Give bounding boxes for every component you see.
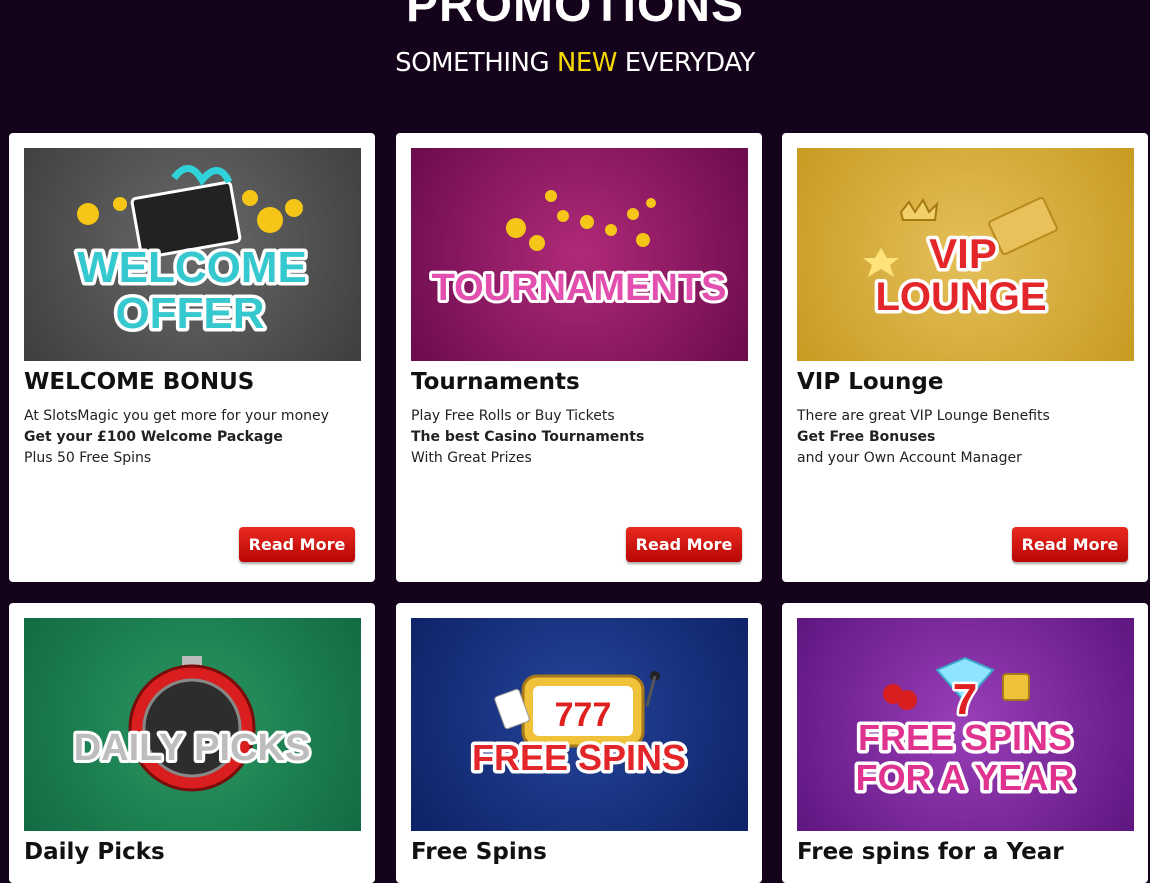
promo-line-2: Get Free Bonuses [797,429,936,445]
read-more-button[interactable]: Read More [239,527,355,562]
free-spins-year-graphic: 7 FREE SPINS FOR A YEAR [852,656,1078,802]
promo-title: Tournaments [411,369,580,395]
promo-line-3: With Great Prizes [411,450,532,466]
subtitle-text-before: SOMETHING [395,48,557,78]
promo-card-welcome: WELCOME OFFER WELCOME BONUS At SlotsMagi… [9,133,375,582]
promo-line-2: The best Casino Tournaments [411,429,645,445]
vip-image-text-1: VIP [929,230,997,277]
tournaments-graphic: TOURNAMENTS [429,190,729,312]
vip-image-text-2: LOUNGE [875,275,1046,319]
promo-title: VIP Lounge [797,369,944,395]
promo-title: Daily Picks [24,839,165,865]
tournaments-image-text: TOURNAMENTS [432,267,727,309]
vip-lounge-image[interactable]: VIP LOUNGE [797,148,1134,361]
free-spins-year-image-text-2: FOR A YEAR [856,757,1075,798]
tournaments-image[interactable]: TOURNAMENTS [411,148,748,361]
promo-card-vip: VIP LOUNGE VIP Lounge There are great VI… [782,133,1148,582]
slot-reels-text: 777 [555,696,612,734]
promo-card-free-spins-year: 7 FREE SPINS FOR A YEAR Free spins for a… [782,603,1148,883]
promo-card-tournaments: TOURNAMENTS Tournaments Play Free Rolls … [396,133,762,582]
promo-title: WELCOME BONUS [24,369,255,395]
page-subtitle: SOMETHING NEW EVERYDAY [0,48,1150,78]
promo-line-2: Get your £100 Welcome Package [24,429,283,445]
welcome-image-text-1: WELCOME [77,243,307,292]
read-more-button[interactable]: Read More [1012,527,1128,562]
promo-line-3: and your Own Account Manager [797,450,1022,466]
read-more-button[interactable]: Read More [626,527,742,562]
free-spins-year-image[interactable]: 7 FREE SPINS FOR A YEAR [797,618,1134,831]
welcome-image-text-2: OFFER [115,289,264,338]
welcome-offer-image[interactable]: WELCOME OFFER [24,148,361,361]
daily-picks-image[interactable]: DAILY PICKS [24,618,361,831]
promo-line-1: Play Free Rolls or Buy Tickets [411,408,615,424]
promo-line-1: At SlotsMagic you get more for your mone… [24,408,329,424]
free-spins-graphic: 777 FREE SPINS [468,671,690,782]
promo-card-daily-picks: DAILY PICKS Daily Picks [9,603,375,883]
subtitle-highlight: NEW [556,48,618,78]
promo-line-3: Plus 50 Free Spins [24,450,152,466]
subtitle-text-after: EVERYDAY [616,48,756,78]
page-title: PROMOTIONS [405,0,744,32]
free-spins-image[interactable]: 777 FREE SPINS [411,618,748,831]
free-spins-image-text: FREE SPINS [472,737,686,778]
promo-card-free-spins: 777 FREE SPINS Free Spins [396,603,762,883]
promo-title: Free spins for a Year [797,839,1064,865]
promo-title: Free Spins [411,839,547,865]
welcome-offer-graphic: WELCOME OFFER [74,165,310,342]
vip-lounge-graphic: VIP LOUNGE [863,196,1058,323]
free-spins-year-image-text-1: FREE SPINS [858,717,1072,758]
daily-picks-image-text: DAILY PICKS [74,727,311,769]
daily-picks-graphic: DAILY PICKS [71,656,313,792]
promo-line-1: There are great VIP Lounge Benefits [797,408,1050,424]
